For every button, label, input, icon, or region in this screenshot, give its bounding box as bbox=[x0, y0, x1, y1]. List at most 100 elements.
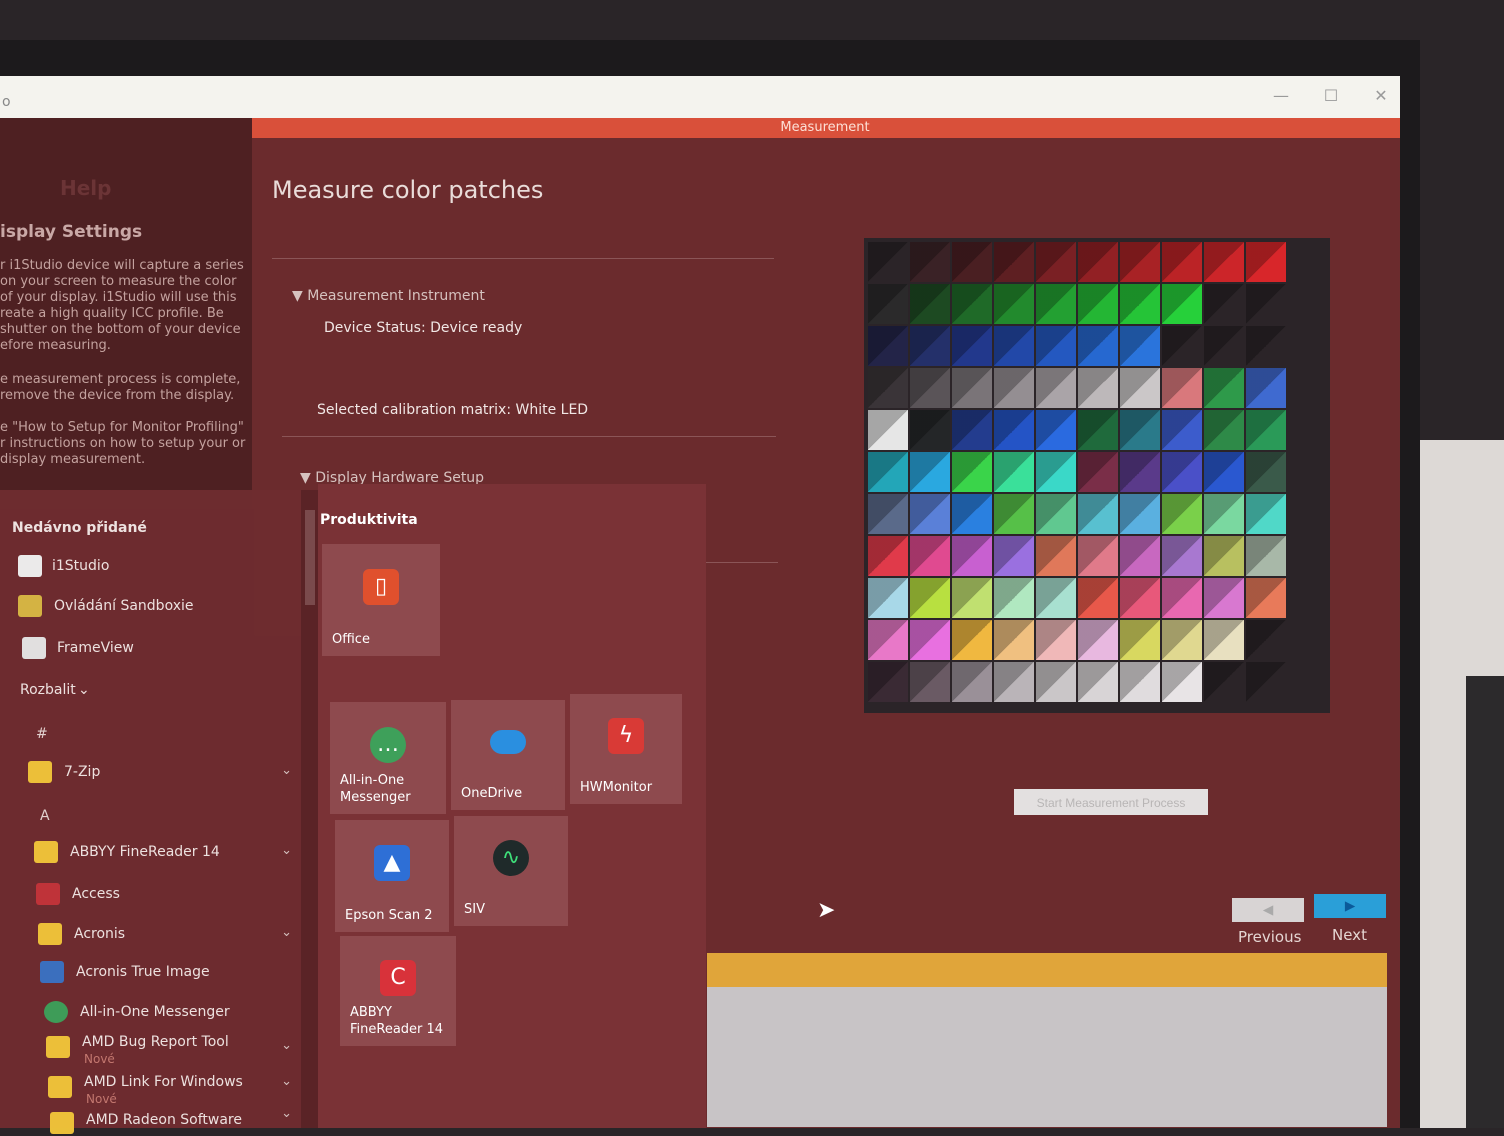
color-patch bbox=[868, 620, 908, 660]
color-patch bbox=[1204, 326, 1244, 366]
maximize-icon[interactable]: ☐ bbox=[1316, 82, 1346, 110]
tile-label: ABBYY FineReader 14 bbox=[350, 1005, 444, 1037]
color-patch bbox=[1078, 494, 1118, 534]
color-patch bbox=[1120, 578, 1160, 618]
measurement-area bbox=[707, 987, 1387, 1127]
calibration-value: White LED bbox=[515, 402, 589, 418]
color-patch bbox=[1204, 578, 1244, 618]
app-abbyy[interactable]: ABBYY FineReader 14 ⌄ bbox=[0, 838, 300, 868]
color-patch bbox=[1246, 494, 1286, 534]
tile-hwmonitor[interactable]: ϟ HWMonitor bbox=[570, 694, 682, 804]
color-patch bbox=[1120, 662, 1160, 702]
close-icon[interactable]: ✕ bbox=[1366, 82, 1396, 110]
color-patch bbox=[1246, 620, 1286, 660]
color-patch bbox=[1036, 242, 1076, 282]
new-badge: Nové bbox=[86, 1092, 117, 1106]
sidebar-paragraph: r i1Studio device will capture a series … bbox=[0, 258, 244, 353]
app-amd-link[interactable]: AMD Link For Windows Nové ⌄ bbox=[0, 1068, 300, 1106]
recent-heading-label: Nedávno přidané bbox=[12, 520, 147, 536]
color-patch bbox=[1036, 536, 1076, 576]
folder-icon bbox=[50, 1112, 74, 1134]
color-patch bbox=[1162, 620, 1202, 660]
color-patch bbox=[1162, 284, 1202, 324]
window-title: o bbox=[2, 94, 11, 110]
scrollbar-thumb[interactable] bbox=[305, 510, 315, 605]
folder-icon bbox=[48, 1076, 72, 1098]
tile-office[interactable]: ▯ Office bbox=[322, 544, 440, 656]
scanner-icon: ▲ bbox=[374, 844, 410, 881]
color-patch bbox=[1036, 578, 1076, 618]
tile-onedrive[interactable]: OneDrive bbox=[451, 700, 565, 810]
color-patch bbox=[910, 326, 950, 366]
color-patch bbox=[1246, 368, 1286, 408]
window-titlebar: o — ☐ ✕ bbox=[0, 76, 1400, 118]
chevron-down-icon: ⌄ bbox=[281, 1038, 292, 1053]
color-patch bbox=[868, 662, 908, 702]
recent-item-sandboxie[interactable]: Ovládání Sandboxie bbox=[0, 592, 300, 622]
app-label: 7-Zip bbox=[64, 764, 101, 780]
expand-button[interactable]: Rozbalit ⌄ bbox=[0, 676, 300, 706]
color-patch bbox=[994, 662, 1034, 702]
app-label: Acronis True Image bbox=[76, 964, 210, 980]
acronis-icon bbox=[40, 961, 64, 983]
app-acronis[interactable]: Acronis ⌄ bbox=[0, 920, 300, 950]
letter-header-hash[interactable]: # bbox=[36, 726, 48, 742]
recent-item-frameview[interactable]: FrameView bbox=[0, 634, 300, 664]
color-patch bbox=[910, 578, 950, 618]
color-patch bbox=[868, 284, 908, 324]
folder-icon bbox=[34, 841, 58, 863]
color-patch bbox=[1120, 368, 1160, 408]
tile-label: Epson Scan 2 bbox=[345, 908, 433, 923]
start-menu: Nedávno přidané i1Studio Ovládání Sandbo… bbox=[0, 490, 330, 1134]
expand-label: Rozbalit bbox=[20, 682, 76, 698]
color-patch bbox=[1204, 620, 1244, 660]
color-patch bbox=[868, 578, 908, 618]
tile-siv[interactable]: ∿ SIV bbox=[454, 816, 568, 926]
app-label: AMD Radeon Software bbox=[86, 1112, 242, 1128]
start-measurement-button[interactable]: Start Measurement Process bbox=[1014, 789, 1208, 815]
tile-epson-scan[interactable]: ▲ Epson Scan 2 bbox=[335, 820, 449, 932]
color-patch-grid bbox=[864, 238, 1330, 713]
color-patch bbox=[1204, 452, 1244, 492]
color-patch bbox=[952, 326, 992, 366]
divider bbox=[282, 436, 776, 437]
recent-item-i1studio[interactable]: i1Studio bbox=[0, 552, 300, 582]
app-amd-bug-report[interactable]: AMD Bug Report Tool Nové ⌄ bbox=[0, 1028, 300, 1066]
app-7zip[interactable]: 7-Zip ⌄ bbox=[0, 758, 300, 788]
color-patch bbox=[1162, 452, 1202, 492]
color-patch bbox=[910, 536, 950, 576]
app-acronis-true-image[interactable]: Acronis True Image bbox=[0, 958, 300, 988]
app-access[interactable]: Access bbox=[0, 880, 300, 910]
color-patch bbox=[1162, 368, 1202, 408]
previous-button[interactable]: ◀ bbox=[1232, 898, 1304, 922]
color-patch bbox=[952, 620, 992, 660]
app-all-in-one-messenger[interactable]: All-in-One Messenger bbox=[0, 998, 300, 1028]
tile-all-in-one-messenger[interactable]: … All-in-One Messenger bbox=[330, 702, 446, 814]
calibration-matrix: Selected calibration matrix: White LED bbox=[317, 402, 588, 418]
color-patch bbox=[1246, 578, 1286, 618]
color-patch bbox=[1036, 284, 1076, 324]
color-patch bbox=[868, 326, 908, 366]
letter-header-a[interactable]: A bbox=[40, 808, 50, 824]
section-measurement-instrument[interactable]: ▼ Measurement Instrument bbox=[292, 288, 485, 304]
monitor-stand bbox=[1466, 676, 1504, 1128]
sidebar-paragraph: e measurement process is complete, remov… bbox=[0, 372, 241, 403]
color-patch bbox=[1078, 452, 1118, 492]
color-patch bbox=[1162, 536, 1202, 576]
status-band bbox=[707, 953, 1387, 987]
color-patch bbox=[1078, 536, 1118, 576]
app-amd-radeon[interactable]: AMD Radeon Software ⌄ bbox=[0, 1106, 300, 1136]
color-patch bbox=[952, 662, 992, 702]
minimize-icon[interactable]: — bbox=[1266, 82, 1296, 110]
color-patch bbox=[994, 452, 1034, 492]
color-patch bbox=[1078, 410, 1118, 450]
app-label: ABBYY FineReader 14 bbox=[70, 844, 220, 860]
sidebar-paragraph: e "How to Setup for Monitor Profiling" r… bbox=[0, 420, 246, 467]
next-button[interactable]: ▶ bbox=[1314, 894, 1386, 918]
color-patch bbox=[952, 536, 992, 576]
color-patch bbox=[994, 326, 1034, 366]
color-patch bbox=[994, 284, 1034, 324]
tile-abbyy[interactable]: C ABBYY FineReader 14 bbox=[340, 936, 456, 1046]
color-patch bbox=[1162, 242, 1202, 282]
folder-icon bbox=[28, 761, 52, 783]
